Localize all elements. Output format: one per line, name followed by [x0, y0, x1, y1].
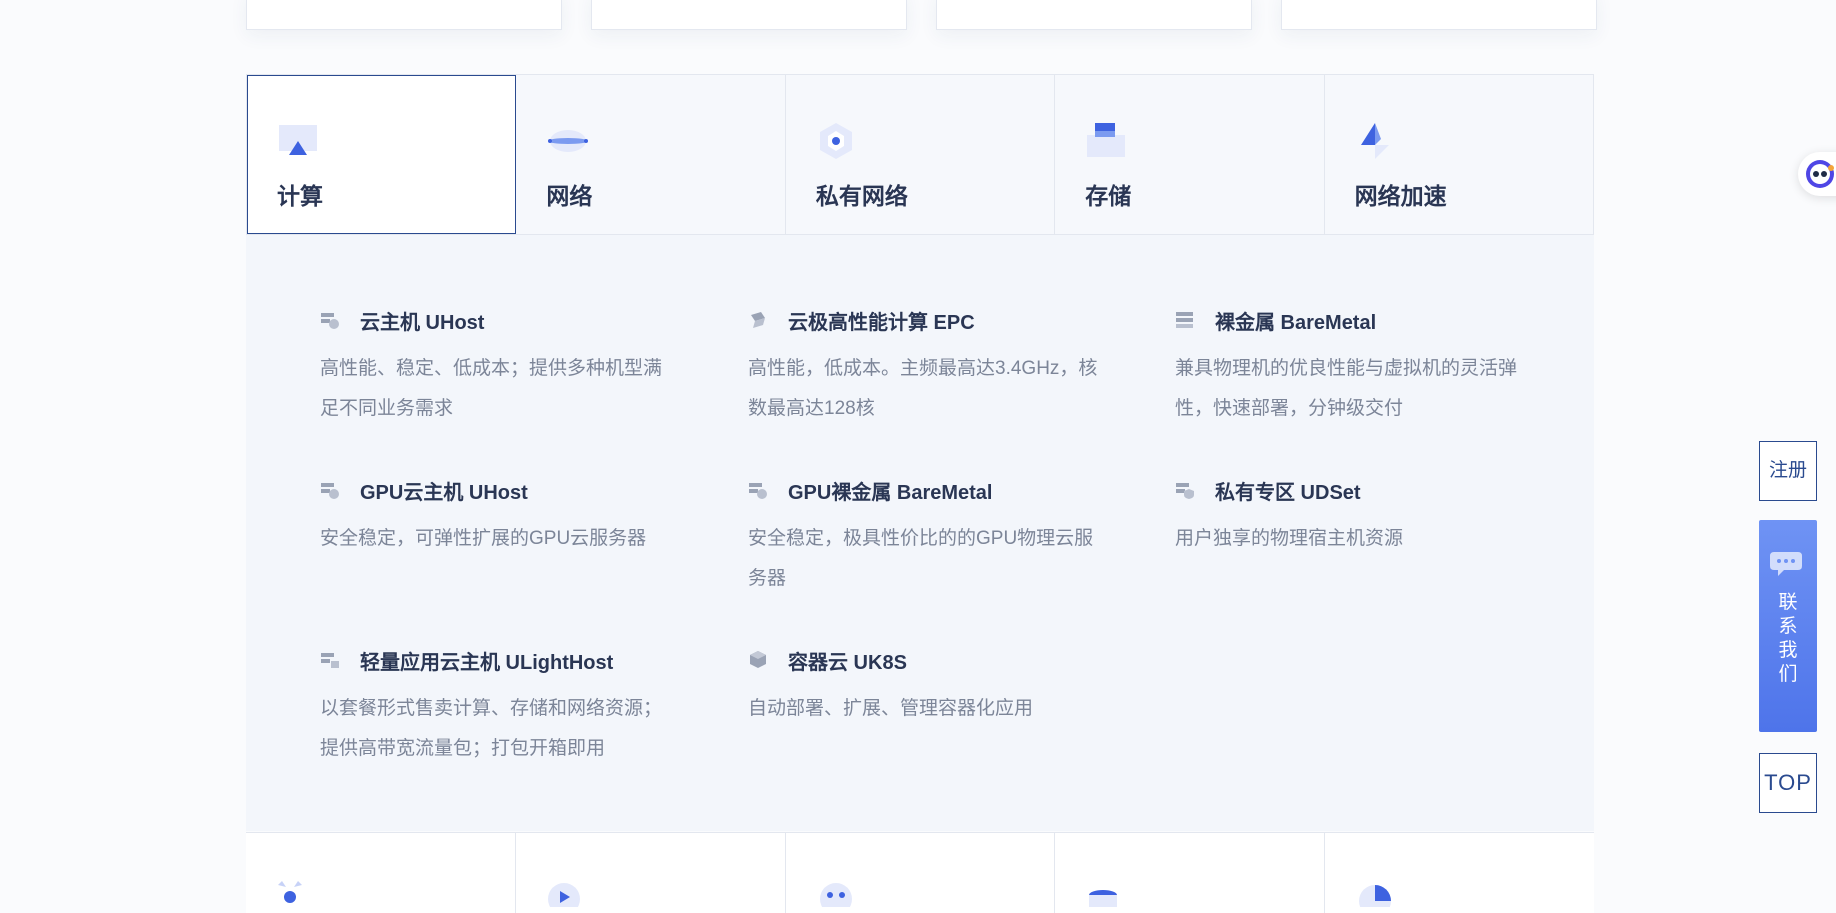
product-description: 用户独享的物理宿主机资源 — [1175, 528, 1404, 549]
product-title[interactable]: 裸金属 BareMetal — [1215, 306, 1376, 335]
ai-icon — [819, 883, 852, 907]
tab-label: 网络加速 — [1354, 183, 1447, 209]
product-udset[interactable]: 私有专区 UDSet 用户独享的物理宿主机资源 — [1175, 475, 1535, 559]
tab-private-network[interactable]: 私有网络 — [786, 75, 1056, 234]
top-card[interactable] — [246, 0, 562, 30]
product-title[interactable]: GPU云主机 UHost — [360, 476, 528, 505]
product-uhost[interactable]: 云主机 UHost 高性能、稳定、低成本；提供多种机型满足不同业务需求 — [320, 305, 680, 429]
product-description: 自动部署、扩展、管理容器化应用 — [748, 698, 1034, 719]
robot-icon — [1806, 160, 1834, 188]
product-description: 安全稳定，可弹性扩展的GPU云服务器 — [320, 528, 647, 549]
private-network-icon — [819, 123, 852, 159]
storage-icon — [1087, 123, 1126, 157]
tab-label: 计算 — [277, 183, 323, 209]
server-cloud-icon — [321, 483, 339, 499]
tab-secondary[interactable] — [786, 833, 1056, 913]
page: 计算 网络 私有网络 存储 网络加速 云主机 UHost 高性能、稳定、低成本；… — [0, 0, 1836, 913]
product-title[interactable]: 云极高性能计算 EPC — [788, 306, 975, 335]
top-card[interactable] — [936, 0, 1252, 30]
product-title[interactable]: 私有专区 UDSet — [1215, 476, 1361, 505]
product-description: 兼具物理机的优良性能与虚拟机的灵活弹性，快速部署，分钟级交付 — [1175, 358, 1518, 419]
tab-label: 存储 — [1085, 183, 1132, 209]
register-button[interactable]: 注册 — [1759, 441, 1817, 501]
product-title[interactable]: 轻量应用云主机 ULightHost — [360, 646, 613, 675]
compute-icon — [279, 125, 317, 155]
tab-secondary[interactable] — [246, 833, 516, 913]
server-shield-icon — [1176, 483, 1194, 499]
contact-us-button[interactable]: 联系我们 — [1759, 520, 1817, 732]
analytics-icon — [1359, 885, 1392, 907]
layers-icon — [751, 312, 765, 328]
video-icon — [547, 883, 580, 907]
top-card[interactable] — [1281, 0, 1597, 30]
product-epc[interactable]: 云极高性能计算 EPC 高性能，低成本。主频最高达3.4GHz，核数最高达128… — [748, 305, 1108, 429]
product-title[interactable]: 容器云 UK8S — [788, 646, 907, 675]
product-uk8s[interactable]: 容器云 UK8S 自动部署、扩展、管理容器化应用 — [748, 645, 1108, 729]
product-title[interactable]: GPU裸金属 BareMetal — [788, 476, 993, 505]
product-gpu-baremetal[interactable]: GPU裸金属 BareMetal 安全稳定，极具性价比的的GPU物理云服务器 — [748, 475, 1108, 599]
server-light-icon — [321, 653, 339, 668]
product-description: 安全稳定，极具性价比的的GPU物理云服务器 — [748, 528, 1094, 589]
server-rack-icon — [1176, 312, 1193, 328]
tab-secondary[interactable] — [1055, 833, 1326, 913]
server-cloud-icon — [749, 483, 767, 499]
tab-secondary[interactable] — [1325, 833, 1594, 913]
top-card[interactable] — [591, 0, 907, 30]
container-icon — [750, 651, 766, 668]
tab-network-acceleration[interactable]: 网络加速 — [1325, 75, 1593, 234]
network-acceleration-icon — [1360, 123, 1389, 159]
tab-label: 网络 — [546, 183, 593, 209]
product-gpu-uhost[interactable]: GPU云主机 UHost 安全稳定，可弹性扩展的GPU云服务器 — [320, 475, 680, 559]
contact-us-label: 联系我们 — [1778, 592, 1798, 685]
chat-bubble-icon — [1770, 552, 1802, 576]
tab-network[interactable]: 网络 — [516, 75, 786, 234]
product-ulighthost[interactable]: 轻量应用云主机 ULightHost 以套餐形式售卖计算、存储和网络资源；提供高… — [320, 645, 680, 769]
product-baremetal[interactable]: 裸金属 BareMetal 兼具物理机的优良性能与虚拟机的灵活弹性，快速部署，分… — [1175, 305, 1535, 429]
product-description: 高性能，低成本。主频最高达3.4GHz，核数最高达128核 — [748, 358, 1098, 419]
category-tabs: 计算 网络 私有网络 存储 网络加速 — [246, 74, 1594, 235]
server-cloud-icon — [321, 313, 339, 329]
tab-storage[interactable]: 存储 — [1055, 75, 1325, 234]
product-description: 高性能、稳定、低成本；提供多种机型满足不同业务需求 — [320, 358, 663, 419]
compute-products-panel: 云主机 UHost 高性能、稳定、低成本；提供多种机型满足不同业务需求 云极高性… — [246, 235, 1594, 831]
product-description: 以套餐形式售卖计算、存储和网络资源；提供高带宽流量包；打包开箱即用 — [320, 698, 663, 759]
tab-compute[interactable]: 计算 — [247, 75, 517, 234]
tab-label: 私有网络 — [815, 183, 908, 209]
back-to-top-button[interactable]: TOP — [1759, 753, 1817, 813]
chat-robot-button[interactable] — [1798, 152, 1836, 196]
database-icon — [1089, 890, 1118, 907]
product-title[interactable]: 云主机 UHost — [360, 306, 484, 335]
tab-secondary[interactable] — [516, 833, 786, 913]
category-tabs-secondary — [246, 832, 1594, 913]
security-icon — [278, 881, 302, 903]
network-icon — [548, 130, 589, 152]
